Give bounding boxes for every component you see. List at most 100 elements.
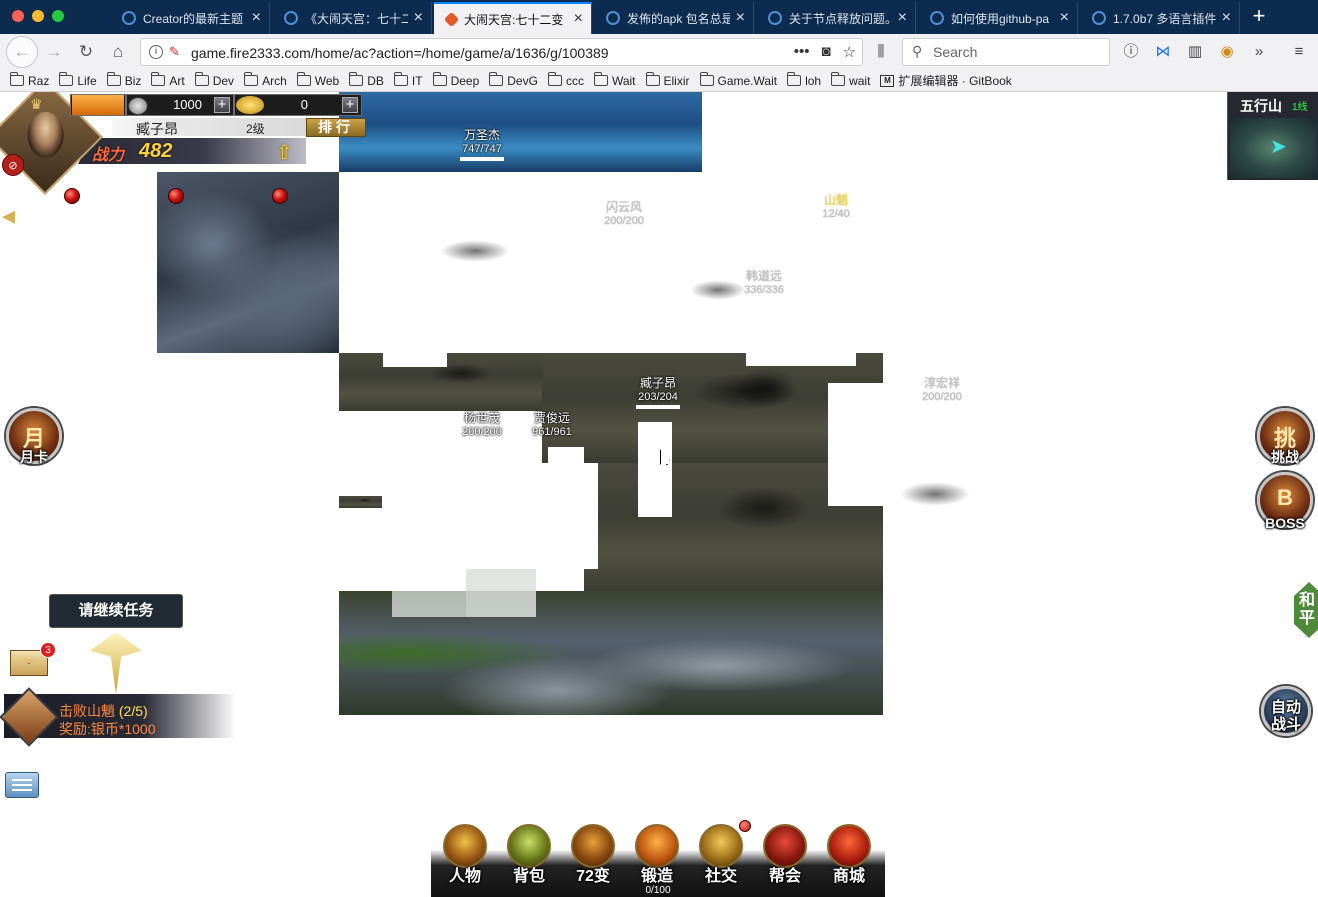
quest-title[interactable]: 击败山魈 (2/5) xyxy=(59,701,148,721)
bookmark-gitbook[interactable]: M 扩展编辑器 · GitBook xyxy=(880,72,1012,89)
extension-icon[interactable]: ⋈ xyxy=(1152,42,1174,62)
npc-nameplate[interactable]: 淳宏祥 200/200 xyxy=(902,376,982,404)
tab-close-icon[interactable]: × xyxy=(1060,9,1069,27)
add-gold-button[interactable]: + xyxy=(342,97,358,113)
folder-icon xyxy=(106,72,121,86)
bookmark-folder[interactable]: wait xyxy=(831,72,870,88)
browser-tab-active[interactable]: 大闹天宫:七十二变 × xyxy=(434,2,592,34)
maximize-window-button[interactable] xyxy=(52,10,64,22)
bookmark-folder[interactable]: Game.Wait xyxy=(699,72,777,88)
extension-cat-icon[interactable]: ◉ xyxy=(1216,42,1238,62)
bookmark-folder[interactable]: Wait xyxy=(593,72,636,88)
boss-label: BOSS xyxy=(1265,515,1305,531)
npc-name: 闪云风 xyxy=(605,200,642,214)
gitbook-icon: M xyxy=(880,74,895,87)
home-button[interactable]: ⌂ xyxy=(104,38,132,66)
npc-nameplate[interactable]: 闪云风 200/200 xyxy=(584,200,664,228)
forward-button[interactable]: → xyxy=(40,38,68,66)
library-icon[interactable]: ⫼ xyxy=(870,42,892,62)
info-icon[interactable]: i xyxy=(149,45,163,59)
bookmark-folder[interactable]: Arch xyxy=(244,72,287,88)
bag-button[interactable]: 背包 xyxy=(499,822,559,888)
bookmark-folder[interactable]: IT xyxy=(393,72,423,88)
forge-button[interactable]: 锻造 xyxy=(627,822,687,888)
reload-button[interactable]: ↻ xyxy=(72,38,100,66)
extension-info-icon[interactable]: ⓘ xyxy=(1120,42,1142,62)
tab-close-icon[interactable]: × xyxy=(574,10,583,28)
bookmark-folder[interactable]: Dev xyxy=(194,72,234,88)
browser-tab[interactable]: 1.7.0b7 多语言插件 × xyxy=(1080,2,1240,34)
tab-close-icon[interactable]: × xyxy=(252,9,261,27)
vip-icon[interactable]: ⊘ xyxy=(2,154,24,176)
new-tab-button[interactable]: + xyxy=(1246,4,1272,30)
auto-battle-button[interactable]: 自动战斗 xyxy=(1261,686,1311,736)
close-window-button[interactable] xyxy=(12,10,24,22)
red-orb-icon[interactable] xyxy=(272,188,288,204)
back-button[interactable]: ← xyxy=(6,36,38,68)
bookmark-folder[interactable]: Raz xyxy=(10,72,49,88)
add-silver-button[interactable]: + xyxy=(214,97,230,113)
tab-close-icon[interactable]: × xyxy=(898,9,907,27)
monster-nameplate[interactable]: 山魈 12/40 xyxy=(796,193,876,221)
bookmark-folder[interactable]: loh xyxy=(787,72,821,88)
npc-nameplate[interactable]: 贾俊远 961/961 xyxy=(512,411,592,439)
continue-task-button[interactable]: 请继续任务 xyxy=(49,594,183,628)
minimap-thumbnail[interactable]: ➤ xyxy=(1230,118,1317,178)
chat-icon[interactable] xyxy=(5,772,39,798)
bookmark-folder[interactable]: ccc xyxy=(547,72,584,88)
search-bar[interactable]: ⚲ xyxy=(902,38,1110,66)
rank-button[interactable]: 排行 xyxy=(306,118,366,137)
bookmark-folder[interactable]: Biz xyxy=(106,72,141,88)
page-actions-icon[interactable]: ••• xyxy=(794,43,810,61)
tab-close-icon[interactable]: × xyxy=(414,9,423,27)
bookmark-folder[interactable]: Art xyxy=(151,72,185,88)
sidebar-icon[interactable]: ▥ xyxy=(1184,42,1206,62)
quest-pointer-icon[interactable] xyxy=(90,632,142,694)
quest-name: 击败山魈 xyxy=(59,703,115,719)
social-button[interactable]: 社交 xyxy=(691,822,751,888)
bookmark-star-icon[interactable]: ☆ xyxy=(843,43,856,61)
monster-hp: 12/40 xyxy=(822,208,850,220)
search-input[interactable] xyxy=(933,44,1103,60)
browser-tab[interactable]: 关于节点释放问题。 × xyxy=(756,2,916,34)
collapse-arrow-icon[interactable]: ◂ xyxy=(2,200,24,230)
browser-tab[interactable]: 发佈的apk 包名总是 × xyxy=(594,2,754,34)
map-line: 1线 xyxy=(1292,102,1308,113)
npc-nameplate[interactable]: 万圣杰 747/747 xyxy=(442,128,522,161)
bookmark-folder[interactable]: DB xyxy=(349,72,384,88)
boss-button[interactable]: B BOSS xyxy=(1257,472,1313,531)
shop-button[interactable]: 商城 xyxy=(819,822,879,888)
red-orb-icon[interactable] xyxy=(64,188,80,204)
bookmark-folder[interactable]: Web xyxy=(296,72,339,88)
npc-nameplate[interactable]: 杨世茂 200/200 xyxy=(442,411,522,439)
minimize-window-button[interactable] xyxy=(32,10,44,22)
bookmark-folder[interactable]: DevG xyxy=(489,72,538,88)
monthly-card-button[interactable]: 月 月卡 xyxy=(6,408,62,465)
bookmark-folder[interactable]: Life xyxy=(59,72,97,88)
pocket-icon[interactable]: ◙ xyxy=(821,43,830,61)
bookmark-folder[interactable]: Deep xyxy=(432,72,479,88)
folder-icon xyxy=(194,72,209,86)
browser-tab[interactable]: 《大闹天宫：七十二 × xyxy=(272,2,432,34)
player-nameplate[interactable]: 臧子昂 203/204 xyxy=(618,376,698,409)
menu-icon[interactable]: ≡ xyxy=(1288,42,1310,62)
npc-nameplate[interactable]: 韩道远 336/336 xyxy=(724,269,804,297)
transform-button[interactable]: 72变 xyxy=(563,822,623,888)
tab-close-icon[interactable]: × xyxy=(736,9,745,27)
browser-tab[interactable]: Creator的最新主题 × xyxy=(110,2,270,34)
overflow-chevron-icon[interactable]: » xyxy=(1248,42,1270,62)
browser-tab[interactable]: 如何使用github-pa × xyxy=(918,2,1078,34)
power-up-arrow-icon[interactable]: ⇧ xyxy=(276,140,293,165)
guild-button[interactable]: 帮会 xyxy=(755,822,815,888)
red-orb-icon[interactable] xyxy=(168,188,184,204)
menu-label: 背包 xyxy=(512,868,545,885)
url-text[interactable]: game.fire2333.com/home/ac?action=/home/g… xyxy=(191,45,609,61)
bookmark-folder[interactable]: Elixir xyxy=(645,72,690,88)
minimap[interactable]: 五行山 1线 ➤ xyxy=(1227,92,1318,180)
challenge-button[interactable]: 挑 挑战 xyxy=(1257,408,1313,465)
character-button[interactable]: 人物 xyxy=(435,822,495,888)
game-canvas[interactable]: 万圣杰 747/747 闪云风 200/200 山魈 12/40 韩道远 336… xyxy=(0,92,1318,897)
name-strip: 臧子昂 2级 xyxy=(112,118,306,137)
url-bar[interactable]: i ✎ game.fire2333.com/home/ac?action=/ho… xyxy=(140,38,863,66)
tab-close-icon[interactable]: × xyxy=(1222,9,1231,27)
